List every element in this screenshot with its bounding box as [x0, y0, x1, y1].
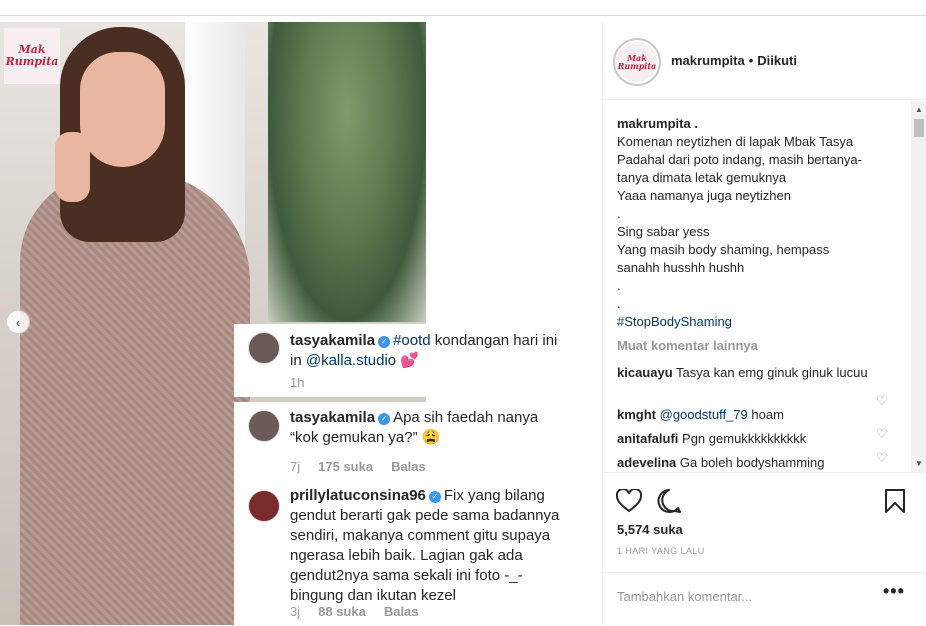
photo-trees	[268, 22, 426, 322]
comment-meta: 1h	[290, 375, 305, 390]
post-caption: makrumpita . Komenan neytizhen di lapak …	[617, 115, 907, 331]
caption-line: Komenan neytizhen di lapak Mbak Tasya	[617, 134, 854, 149]
post-sidebar: Mak Rumpita makrumpita • Diikuti makrumpit…	[602, 22, 926, 625]
separator: •	[748, 53, 754, 68]
more-options-icon[interactable]: •••	[883, 581, 905, 602]
caption-line: Padahal dari poto indang, masih bertanya…	[617, 152, 862, 167]
load-more-comments-button[interactable]: Muat komentar lainnya	[617, 338, 758, 353]
list-item: kicauayu Tasya kan emg ginuk ginuk lucuu	[617, 364, 877, 382]
caption-line: Yang masih body shaming, hempass	[617, 242, 830, 257]
caption-suffix: .	[690, 116, 698, 131]
chevron-left-icon[interactable]: ‹	[6, 310, 30, 334]
photo-face	[80, 52, 165, 167]
comment-text: hoam	[747, 407, 784, 422]
scrollbar[interactable]: ▲ ▼	[911, 102, 926, 472]
verified-icon: ✓	[378, 336, 391, 348]
caption-hashtag[interactable]: #StopBodyShaming	[617, 313, 907, 331]
comment-text: Tasya kan emg ginuk ginuk lucuu	[676, 365, 868, 380]
top-divider	[0, 15, 926, 16]
comment-username[interactable]: anitafalufi	[617, 431, 678, 446]
avatar	[248, 490, 280, 522]
avatar	[248, 410, 280, 442]
list-item: anitafalufi Pgn gemukkkkkkkkkk	[617, 430, 877, 448]
heart-icon[interactable]	[615, 487, 643, 515]
scrollbar-thumb[interactable]	[914, 119, 924, 137]
caption-username[interactable]: makrumpita	[617, 116, 691, 131]
verified-icon: ✓	[428, 491, 441, 503]
comment-icon[interactable]	[655, 487, 683, 515]
bookmark-icon[interactable]	[881, 487, 909, 515]
post-actions: 5,574 suka 1 HARI YANG LALU	[603, 472, 926, 572]
caption-line: sanahh husshh hushh	[617, 260, 745, 275]
heart-icon[interactable]: ♡	[875, 394, 889, 408]
post-media: Mak Rumpita ‹ tasyakamila ✓ #ootd kondanga…	[0, 22, 602, 625]
comment-text: prillylatuconsina96 ✓ Fix yang bilang gend…	[290, 487, 560, 604]
watermark-logo: Mak Rumpita	[4, 28, 60, 84]
comments-scroll[interactable]: makrumpita . Komenan neytizhen di lapak …	[603, 102, 926, 472]
post-time: 1 HARI YANG LALU	[617, 546, 705, 556]
header-user: makrumpita • Diikuti	[671, 53, 797, 68]
comment-mention[interactable]: @goodstuff_79	[660, 407, 748, 422]
comment-input[interactable]	[617, 585, 867, 607]
caption-line: tanya dimata letak gemuknya	[617, 170, 787, 185]
comment-meta: 7j 175 suka Balas	[290, 459, 426, 474]
caption-line: Yaaa namanya juga neytizhen	[617, 188, 791, 203]
embedded-comment: tasyakamila ✓ #ootd kondangan hari ini in …	[234, 324, 602, 397]
caption-line: Sing sabar yess	[617, 224, 710, 239]
heart-icon[interactable]: ♡	[875, 427, 889, 441]
verified-icon: ✓	[378, 413, 391, 425]
heart-icon[interactable]: ♡	[875, 451, 889, 465]
comment-username[interactable]: kicauayu	[617, 365, 673, 380]
embedded-comment: tasyakamila ✓ Apa sih faedah nanya “kok ge…	[234, 402, 602, 478]
list-item: kmght @goodstuff_79 hoam	[617, 406, 877, 424]
add-comment-bar: •••	[603, 572, 926, 625]
embedded-comment: prillylatuconsina96 ✓ Fix yang bilang gend…	[234, 478, 602, 625]
comment-username[interactable]: adevelina	[617, 455, 676, 470]
caption-line: .	[617, 206, 621, 221]
comment-username[interactable]: kmght	[617, 407, 656, 422]
comment-meta: 3j 88 suka Balas	[290, 604, 419, 619]
comment-text: tasyakamila ✓ Apa sih faedah nanya “kok ge…	[290, 409, 539, 446]
avatar[interactable]: Mak Rumpita	[613, 38, 661, 86]
post-header: Mak Rumpita makrumpita • Diikuti	[603, 22, 926, 100]
comment-text: Pgn gemukkkkkkkkkk	[682, 431, 807, 446]
caption-line: .	[617, 296, 621, 311]
likes-count[interactable]: 5,574 suka	[617, 522, 683, 537]
scroll-down-icon[interactable]: ▼	[911, 456, 926, 472]
caption-line: .	[617, 278, 621, 293]
photo-hand	[55, 132, 90, 202]
comment-text: tasyakamila ✓ #ootd kondangan hari ini in …	[290, 332, 558, 369]
list-item: adevelina Ga boleh bodyshamming	[617, 454, 877, 472]
username-link[interactable]: makrumpita	[671, 53, 745, 68]
comment-text: Ga boleh bodyshamming	[679, 455, 825, 470]
scroll-up-icon[interactable]: ▲	[911, 102, 926, 118]
follow-status-button[interactable]: Diikuti	[757, 53, 797, 68]
avatar	[248, 332, 280, 364]
